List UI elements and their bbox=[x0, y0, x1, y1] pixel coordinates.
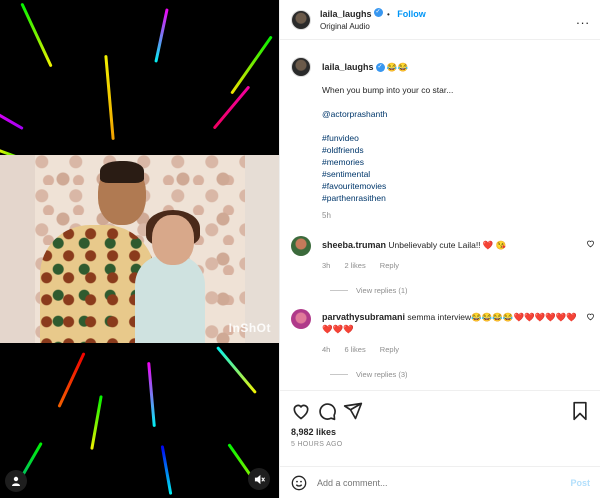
avatar[interactable] bbox=[291, 57, 311, 77]
heart-icon[interactable] bbox=[586, 312, 595, 323]
mention-link[interactable]: @actorprashanth bbox=[322, 108, 453, 120]
comment-username[interactable]: parvathysubramani bbox=[322, 312, 405, 322]
light-ray bbox=[147, 361, 156, 428]
emoji-icon[interactable] bbox=[291, 475, 307, 491]
audio-label[interactable]: Original Audio bbox=[320, 21, 426, 33]
caption-time: 5h bbox=[322, 211, 331, 220]
hashtag-link[interactable]: #parthenrasithen bbox=[322, 192, 453, 204]
heart-icon[interactable] bbox=[291, 401, 311, 421]
caption: laila_laughs ✓ 😂😂 When you bump into your… bbox=[280, 41, 600, 222]
avatar[interactable] bbox=[291, 236, 311, 256]
post-timestamp: 5 HOURS AGO bbox=[291, 441, 343, 448]
woman-figure bbox=[135, 255, 205, 343]
caption-line bbox=[322, 96, 453, 108]
view-replies-button[interactable]: View replies (3) bbox=[330, 370, 600, 379]
hashtag-link[interactable]: #memories bbox=[322, 156, 453, 168]
light-ray bbox=[57, 352, 86, 408]
comment-input[interactable] bbox=[317, 477, 571, 488]
view-replies-label: View replies (1) bbox=[356, 286, 408, 295]
verified-badge-icon: ✓ bbox=[373, 7, 383, 17]
header-separator: • bbox=[386, 9, 390, 19]
comment-meta: 3h 2 likes Reply bbox=[322, 260, 577, 272]
user-tag-icon[interactable] bbox=[5, 470, 27, 492]
light-ray bbox=[0, 104, 24, 131]
reply-button[interactable]: Reply bbox=[380, 261, 399, 270]
avatar[interactable] bbox=[291, 9, 311, 30]
caption-body: laila_laughs ✓ 😂😂 When you bump into your… bbox=[322, 57, 453, 222]
header-username[interactable]: laila_laughs bbox=[320, 9, 372, 19]
caption-line: When you bump into your co star... bbox=[322, 85, 454, 95]
man-hair bbox=[100, 161, 144, 183]
comment-username[interactable]: sheeba.truman bbox=[322, 240, 386, 250]
hashtag-link[interactable]: #sentimental bbox=[322, 168, 453, 180]
reply-button[interactable]: Reply bbox=[380, 345, 399, 354]
bookmark-icon[interactable] bbox=[570, 401, 590, 421]
post-header: laila_laughs ✓ • Follow Original Audio ..… bbox=[280, 0, 600, 40]
post-details-panel: laila_laughs ✓ • Follow Original Audio ..… bbox=[279, 0, 600, 498]
light-ray bbox=[230, 35, 273, 95]
caption-emojis: 😂😂 bbox=[386, 62, 409, 72]
verified-badge-icon: ✓ bbox=[375, 63, 385, 73]
more-options-icon[interactable]: ... bbox=[576, 12, 590, 27]
caption-line bbox=[322, 120, 453, 132]
share-icon[interactable] bbox=[343, 401, 363, 421]
follow-button[interactable]: Follow bbox=[397, 9, 426, 19]
comment-meta: 4h 6 likes Reply bbox=[322, 344, 577, 356]
video-watermark: InShOt bbox=[228, 321, 271, 335]
hashtag-link[interactable]: #oldfriends bbox=[322, 144, 453, 156]
comment-item: sheeba.truman Unbelievably cute Laila!! … bbox=[280, 236, 600, 272]
avatar[interactable] bbox=[291, 309, 311, 329]
hashtag-link[interactable]: #funvideo bbox=[322, 132, 453, 144]
comment-likes[interactable]: 6 likes bbox=[344, 345, 365, 354]
comment-time: 4h bbox=[322, 345, 331, 354]
light-ray bbox=[90, 395, 103, 450]
mute-icon[interactable] bbox=[248, 468, 270, 490]
view-replies-label: View replies (3) bbox=[356, 370, 408, 379]
heart-icon[interactable] bbox=[586, 239, 595, 250]
caption-username[interactable]: laila_laughs bbox=[322, 62, 374, 72]
view-replies-button[interactable]: View replies (1) bbox=[330, 286, 600, 295]
frame-edge bbox=[245, 155, 279, 343]
hashtag-link[interactable]: #favouritemovies bbox=[322, 180, 453, 192]
header-info: laila_laughs ✓ • Follow Original Audio bbox=[320, 7, 426, 33]
comment-time: 3h bbox=[322, 261, 331, 270]
woman-head bbox=[152, 215, 194, 265]
frame-edge bbox=[0, 155, 35, 343]
light-ray bbox=[20, 2, 53, 68]
comment-item: parvathysubramani semma interview😂😂😂😂❤️❤… bbox=[280, 309, 600, 356]
post-actions: 8,982 likes 5 HOURS AGO bbox=[280, 390, 600, 448]
comment-body: sheeba.truman Unbelievably cute Laila!! … bbox=[322, 236, 577, 272]
video-frame: InShOt bbox=[0, 155, 279, 343]
light-ray bbox=[154, 8, 169, 63]
likes-count[interactable]: 8,982 likes bbox=[291, 427, 590, 437]
add-comment-bar: Post bbox=[280, 466, 600, 498]
post-dialog: InShOt laila_laughs ✓ • Follow Original A… bbox=[0, 0, 600, 498]
comments-area[interactable]: laila_laughs ✓ 😂😂 When you bump into your… bbox=[280, 41, 600, 390]
comment-text: Unbelievably cute Laila!! ❤️ 😘 bbox=[388, 240, 507, 250]
action-row bbox=[291, 401, 590, 421]
light-ray bbox=[216, 346, 257, 394]
light-ray bbox=[160, 445, 173, 495]
comment-likes[interactable]: 2 likes bbox=[344, 261, 365, 270]
light-ray bbox=[104, 55, 115, 140]
comment-icon[interactable] bbox=[317, 401, 337, 421]
post-comment-button[interactable]: Post bbox=[570, 478, 590, 488]
post-video[interactable]: InShOt bbox=[0, 0, 279, 498]
comment-body: parvathysubramani semma interview😂😂😂😂❤️❤… bbox=[322, 309, 577, 356]
